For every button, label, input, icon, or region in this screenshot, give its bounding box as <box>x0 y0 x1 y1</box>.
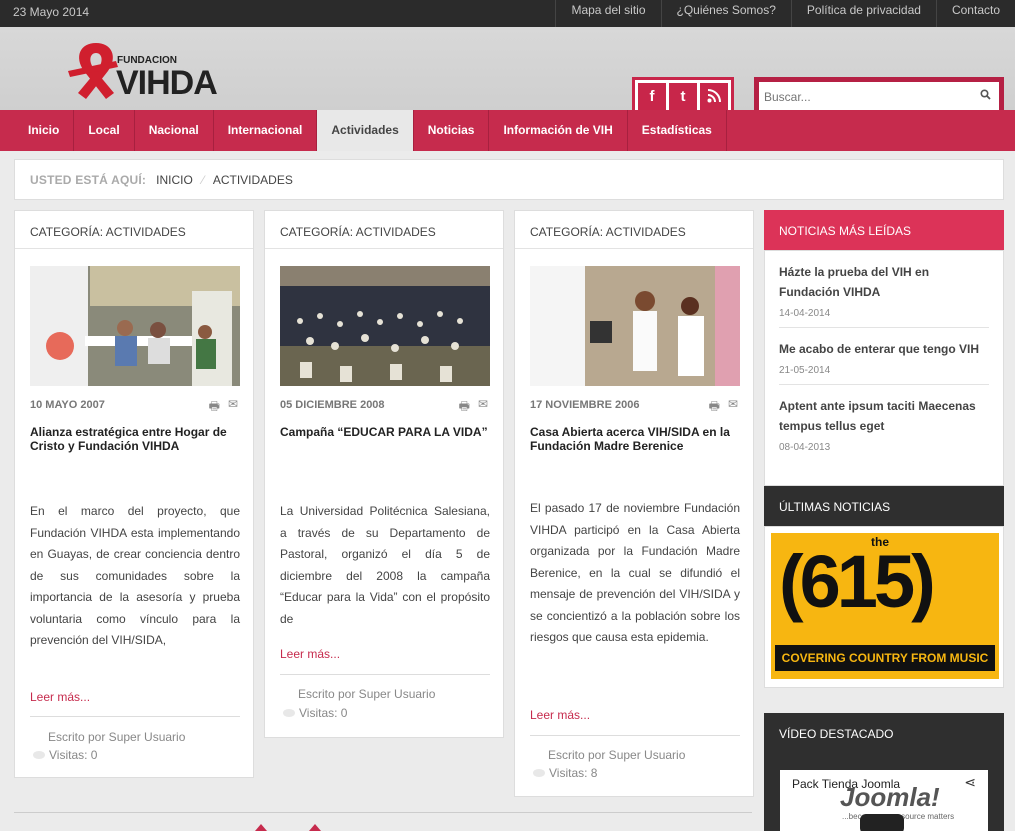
link-contact[interactable]: Contacto <box>935 0 1015 27</box>
popular-news-list: Házte la prueba del VIH en Fundación VIH… <box>764 250 1004 486</box>
list-item: Házte la prueba del VIH en Fundación VIH… <box>779 251 989 328</box>
main-nav: Inicio Local Nacional Internacional Acti… <box>0 110 1015 151</box>
print-icon[interactable]: 🖶 <box>209 397 220 418</box>
nav-informacion-vih[interactable]: Información de VIH <box>489 110 628 151</box>
list-item: Me acabo de enterar que tengo VIH 21-05-… <box>779 328 989 385</box>
nav-noticias[interactable]: Noticias <box>414 110 490 151</box>
article-title[interactable]: Alianza estratégica entre Hogar de Crist… <box>30 425 240 453</box>
comment-icon <box>283 709 295 717</box>
current-date: 23 Mayo 2014 <box>13 5 90 19</box>
popular-news-header: NOTICIAS MÁS LEÍDAS <box>764 210 1004 250</box>
article-card: CATEGORÍA: ACTIVIDADES 05 DICIEMBRE 2008… <box>264 210 504 738</box>
article-image[interactable] <box>530 266 740 386</box>
sidebar: NOTICIAS MÁS LEÍDAS Házte la prueba del … <box>764 210 1004 688</box>
nav-inicio[interactable]: Inicio <box>14 110 75 151</box>
logo-vihda: VIHDA <box>116 64 218 102</box>
popular-news-date: 08-04-2013 <box>779 442 831 453</box>
nav-actividades[interactable]: Actividades <box>317 110 414 151</box>
visits-count: Visitas: 0 <box>49 748 98 762</box>
popular-news-date: 14-04-2014 <box>779 308 831 319</box>
featured-video: VÍDEO DESTACADO Joomla! ...because open … <box>764 713 1004 831</box>
article-category[interactable]: CATEGORÍA: ACTIVIDADES <box>265 211 503 249</box>
breadcrumb-current: ACTIVIDADES <box>212 173 293 187</box>
divider <box>30 716 240 717</box>
article-category[interactable]: CATEGORÍA: ACTIVIDADES <box>515 211 753 249</box>
footer-ribbon-icon <box>255 824 321 831</box>
link-sitemap[interactable]: Mapa del sitio <box>555 0 660 27</box>
video-player[interactable]: Joomla! ...because open source matters P… <box>780 770 988 831</box>
latest-news-header: ÚLTIMAS NOTICIAS <box>764 486 1004 526</box>
site-header: FUNDACION VIHDA f t <box>0 27 1015 116</box>
popular-news-date: 21-05-2014 <box>779 365 831 376</box>
facebook-icon[interactable]: f <box>638 83 666 110</box>
popular-news-title[interactable]: Aptent ante ipsum taciti Maecenas tempus… <box>779 396 989 436</box>
visits-count: Visitas: 0 <box>299 706 348 720</box>
share-icon[interactable]: ⋖ <box>964 774 976 791</box>
banner-tagline: COVERING COUNTRY FROM MUSIC CITY <box>775 645 995 679</box>
article-visits: Visitas: 8 <box>533 766 597 780</box>
print-icon[interactable]: 🖶 <box>459 397 470 418</box>
top-links: Mapa del sitio ¿Quiénes Somos? Política … <box>555 0 1015 27</box>
breadcrumb-label: USTED ESTÁ AQUÍ: <box>30 173 147 187</box>
email-icon[interactable]: ✉ <box>728 397 738 418</box>
search-icon[interactable] <box>980 89 991 103</box>
twitter-icon[interactable]: t <box>669 83 697 110</box>
footer-divider <box>14 812 752 813</box>
read-more-link[interactable]: Leer más... <box>530 708 590 722</box>
article-date: 10 MAYO 2007 <box>30 399 105 411</box>
article-body: La Universidad Politécnica Salesiana, a … <box>280 504 490 626</box>
list-item: Aptent ante ipsum taciti Maecenas tempus… <box>779 385 989 461</box>
banner-number: (615) <box>779 540 936 623</box>
article-date: 17 NOVIEMBRE 2006 <box>530 399 640 411</box>
article-body: En el marco del proyecto, que Fundación … <box>30 504 240 647</box>
divider <box>530 735 740 736</box>
print-icon[interactable]: 🖶 <box>709 397 720 418</box>
divider <box>280 674 490 675</box>
nav-estadisticas[interactable]: Estadísticas <box>628 110 727 151</box>
read-more-link[interactable]: Leer más... <box>30 690 90 704</box>
article-image[interactable] <box>30 266 240 386</box>
popular-news-title[interactable]: Házte la prueba del VIH en Fundación VIH… <box>779 262 989 302</box>
breadcrumb-home[interactable]: INICIO <box>156 173 193 187</box>
email-icon[interactable]: ✉ <box>478 397 488 418</box>
article-visits: Visitas: 0 <box>283 706 347 720</box>
play-button[interactable] <box>860 814 904 831</box>
rss-icon[interactable] <box>700 83 728 110</box>
article-card: CATEGORÍA: ACTIVIDADES 17 NOVIEMBRE 2006… <box>514 210 754 797</box>
search-input[interactable] <box>764 86 964 108</box>
article-author: Escrito por Super Usuario <box>548 748 686 762</box>
breadcrumb-separator: ⁄ <box>202 173 205 187</box>
popular-news-title[interactable]: Me acabo de enterar que tengo VIH <box>779 339 989 359</box>
comment-icon <box>33 751 45 759</box>
nav-nacional[interactable]: Nacional <box>135 110 214 151</box>
email-icon[interactable]: ✉ <box>228 397 238 418</box>
article-category[interactable]: CATEGORÍA: ACTIVIDADES <box>15 211 253 249</box>
ad-banner[interactable]: the (615) COVERING COUNTRY FROM MUSIC CI… <box>764 526 1004 688</box>
featured-video-header: VÍDEO DESTACADO <box>779 727 894 741</box>
comment-icon <box>533 769 545 777</box>
article-title[interactable]: Casa Abierta acerca VIH/SIDA en la Funda… <box>530 425 740 453</box>
nav-internacional[interactable]: Internacional <box>214 110 318 151</box>
link-privacy[interactable]: Política de privacidad <box>790 0 936 27</box>
article-date: 05 DICIEMBRE 2008 <box>280 399 385 411</box>
top-bar: 23 Mayo 2014 Mapa del sitio ¿Quiénes Som… <box>0 0 1015 27</box>
site-logo[interactable]: FUNDACION VIHDA <box>66 37 226 103</box>
visits-count: Visitas: 8 <box>549 766 598 780</box>
breadcrumb: USTED ESTÁ AQUÍ: INICIO ⁄ ACTIVIDADES <box>14 159 1004 200</box>
read-more-link[interactable]: Leer más... <box>280 647 340 661</box>
video-title[interactable]: Pack Tienda Joomla <box>792 777 900 791</box>
article-body: El pasado 17 de noviembre Fundación VIHD… <box>530 501 740 644</box>
article-author: Escrito por Super Usuario <box>48 730 186 744</box>
article-image[interactable] <box>280 266 490 386</box>
article-visits: Visitas: 0 <box>33 748 97 762</box>
article-author: Escrito por Super Usuario <box>298 687 436 701</box>
article-card: CATEGORÍA: ACTIVIDADES 10 MAYO 2007 🖶 ✉ … <box>14 210 254 778</box>
article-title[interactable]: Campaña “EDUCAR PARA LA VIDA” <box>280 425 490 439</box>
banner-615[interactable]: the (615) COVERING COUNTRY FROM MUSIC CI… <box>771 533 999 679</box>
nav-local[interactable]: Local <box>74 110 135 151</box>
link-about[interactable]: ¿Quiénes Somos? <box>660 0 791 27</box>
